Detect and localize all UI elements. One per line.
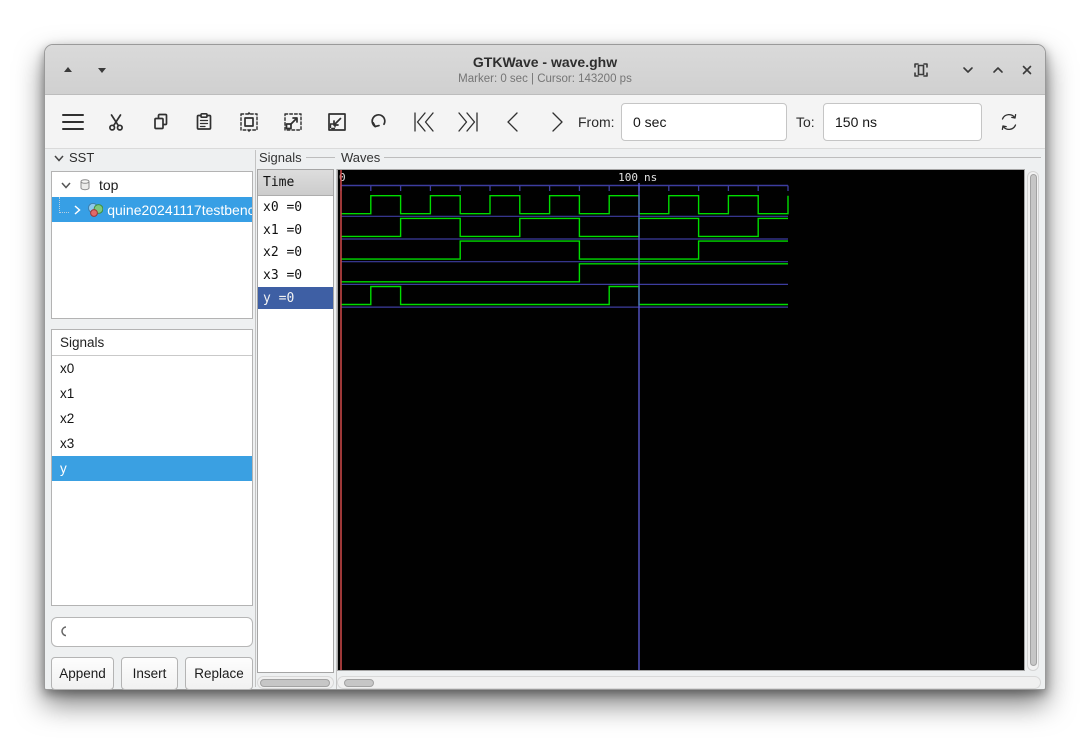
wave-signal-row-x3[interactable]: x3 =0: [258, 264, 333, 287]
gtkwave-window: GTKWave - wave.ghw Marker: 0 sec | Curso…: [44, 44, 1046, 690]
to-input[interactable]: [823, 103, 982, 141]
undo-button[interactable]: [366, 108, 394, 136]
to-label: To:: [796, 114, 815, 130]
wave-signal-row-x1[interactable]: x1 =0: [258, 219, 333, 242]
wave-signal-row-x2[interactable]: x2 =0: [258, 241, 333, 264]
chevron-right-icon: [552, 112, 563, 132]
maximize-button[interactable]: [984, 56, 1012, 84]
signals-list-header: Signals: [52, 330, 252, 356]
insert-button[interactable]: Insert: [121, 657, 178, 690]
titlebar: GTKWave - wave.ghw Marker: 0 sec | Curso…: [45, 45, 1045, 95]
window-title: GTKWave - wave.ghw: [472, 54, 618, 70]
next-edge-button[interactable]: [543, 108, 571, 136]
scrollbar-thumb[interactable]: [344, 678, 374, 687]
svg-text:0: 0: [339, 171, 346, 184]
list-item-x0[interactable]: x0: [52, 356, 252, 381]
database-icon: [80, 178, 90, 190]
zoom-out-button[interactable]: [279, 108, 307, 136]
chevron-up-icon: [993, 67, 1003, 73]
zoom-in-sel-icon: [328, 113, 346, 131]
cut-button[interactable]: [103, 108, 131, 136]
list-item-y[interactable]: y: [52, 456, 252, 481]
skip-to-start-icon: [414, 112, 434, 132]
paste-icon: [196, 112, 212, 130]
expander-closed-icon: [74, 204, 81, 215]
tree-item-top[interactable]: top: [52, 172, 252, 197]
menu-button[interactable]: [59, 108, 87, 136]
tree-item-testbench[interactable]: quine20241117testbench: [52, 197, 252, 222]
to-end-button[interactable]: [454, 108, 482, 136]
zoom-fit-button[interactable]: [235, 108, 263, 136]
expander-open-icon: [61, 182, 71, 189]
tree-connector: [59, 197, 70, 213]
sst-header[interactable]: SST: [53, 150, 94, 165]
scrollbar-thumb[interactable]: [1029, 174, 1037, 666]
svg-text:ns: ns: [644, 171, 657, 184]
zoom-fit-icon: [240, 111, 258, 133]
copy-icon: [154, 113, 168, 130]
from-input[interactable]: [621, 103, 787, 141]
reload-button[interactable]: [995, 108, 1023, 136]
sst-tree: top quine20241117testbench: [51, 171, 253, 319]
wave-signal-row-y[interactable]: y =0: [258, 286, 333, 310]
list-item-x2[interactable]: x2: [52, 406, 252, 431]
wave-canvas[interactable]: 0 100 ns: [337, 169, 1025, 671]
undo-icon: [371, 114, 386, 128]
tree-item-label: top: [99, 176, 119, 193]
zoom-out-full-icon: [284, 113, 302, 131]
fullscreen-button[interactable]: [907, 56, 935, 84]
copy-button[interactable]: [147, 108, 175, 136]
to-start-button[interactable]: [410, 108, 438, 136]
list-item-x3[interactable]: x3: [52, 431, 252, 456]
reload-icon: [1001, 113, 1017, 131]
wave-hscrollbar[interactable]: [337, 676, 1041, 689]
waves-frame-label: Waves: [341, 150, 1041, 165]
wave-signal-names-panel: Time x0 =0 x1 =0 x2 =0 x3 =0 y =0: [257, 169, 334, 673]
module-icon: [87, 202, 103, 217]
wave-vscrollbar[interactable]: [1027, 171, 1039, 671]
append-button[interactable]: Append: [51, 657, 114, 690]
fullscreen-icon: [914, 63, 928, 77]
close-button[interactable]: [1013, 56, 1041, 84]
toolbar: From: To:: [45, 95, 1045, 149]
search-input[interactable]: [72, 620, 252, 644]
tree-item-label: quine20241117testbench: [107, 201, 252, 218]
marker-cursor-status: Marker: 0 sec | Cursor: 143200 ps: [458, 73, 632, 85]
close-icon: [1022, 65, 1032, 75]
expander-open-icon: [54, 155, 64, 162]
signals-list-panel: Signals x0 x1 x2 x3 y: [51, 329, 253, 606]
wave-signal-row-x0[interactable]: x0 =0: [258, 196, 333, 219]
minimize-button[interactable]: [954, 56, 982, 84]
signal-search: [51, 617, 253, 647]
signal-panel-hscrollbar[interactable]: [257, 676, 334, 689]
prev-edge-button[interactable]: [499, 108, 527, 136]
pane-divider[interactable]: [254, 150, 256, 687]
pane-divider[interactable]: [335, 169, 337, 689]
replace-button[interactable]: Replace: [185, 657, 253, 690]
skip-to-end-icon: [458, 112, 478, 132]
list-item-x1[interactable]: x1: [52, 381, 252, 406]
paste-button[interactable]: [190, 108, 218, 136]
from-label: From:: [578, 114, 615, 130]
chevron-down-icon: [963, 67, 973, 73]
chevron-left-icon: [507, 112, 518, 132]
cut-icon: [109, 114, 123, 131]
waveform-plot: 0 100 ns: [339, 170, 789, 670]
scrollbar-thumb[interactable]: [260, 678, 330, 687]
svg-text:100: 100: [618, 171, 638, 184]
time-header: Time: [258, 170, 333, 196]
menu-icon: [62, 114, 84, 130]
zoom-in-button[interactable]: [323, 108, 351, 136]
signals-frame-label: Signals: [259, 150, 335, 165]
search-icon: [61, 625, 66, 636]
